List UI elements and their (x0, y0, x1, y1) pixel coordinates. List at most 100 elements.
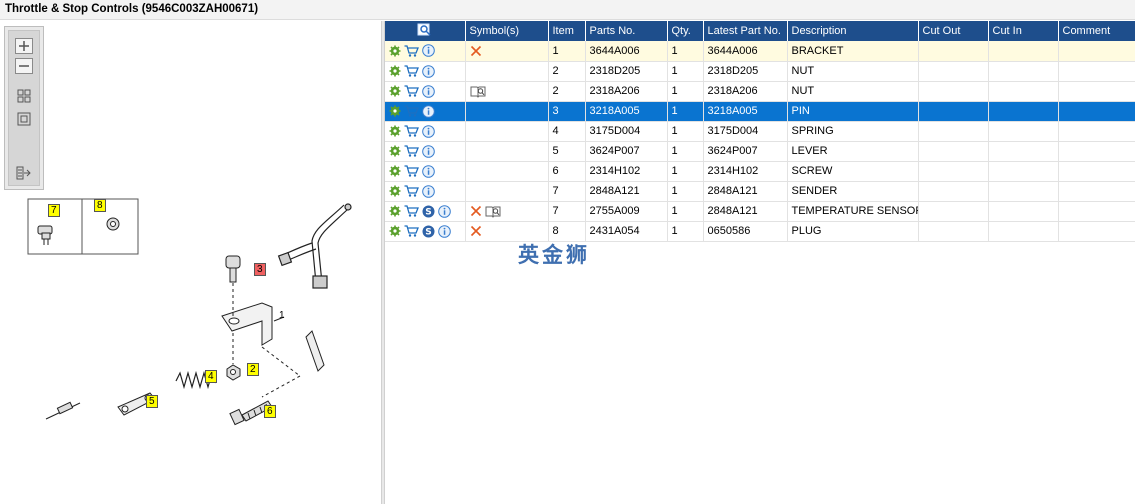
cell-description: PLUG (787, 221, 919, 242)
callout-4[interactable]: 4 (205, 370, 217, 383)
info-icon[interactable] (438, 204, 451, 218)
cell-cut-out (918, 141, 989, 162)
book-icon[interactable] (470, 85, 486, 98)
grid-view-icon[interactable] (15, 88, 33, 104)
cart-icon[interactable] (404, 125, 419, 137)
search-parts-icon[interactable] (417, 23, 433, 37)
col-header-parts-no[interactable]: Parts No. (585, 21, 668, 41)
row-action-icons (385, 61, 466, 82)
cart-icon[interactable] (404, 85, 419, 97)
s-badge-icon[interactable]: S (422, 225, 435, 238)
table-row[interactable]: S 7 2755A009 1 2848A121 TEMPERATURE SENSOR (385, 201, 1135, 222)
zoom-out-icon[interactable] (15, 58, 33, 74)
info-icon[interactable] (422, 84, 435, 98)
col-header-qty[interactable]: Qty. (667, 21, 704, 41)
cell-latest-part-no: 2314H102 (703, 161, 788, 182)
callout-8[interactable]: 8 (94, 199, 106, 212)
col-header-actions[interactable] (385, 21, 466, 41)
gear-icon[interactable] (389, 65, 401, 77)
cell-parts-no: 2755A009 (585, 201, 668, 222)
book-icon[interactable] (485, 205, 501, 218)
info-icon[interactable] (422, 164, 435, 178)
callout-5[interactable]: 5 (146, 395, 158, 408)
cell-parts-no: 3218A005 (585, 101, 668, 122)
table-row[interactable]: 6 2314H102 1 2314H102 SCREW (385, 161, 1135, 182)
gear-icon[interactable] (389, 45, 401, 57)
gear-icon[interactable] (389, 105, 401, 117)
cell-parts-no: 2431A054 (585, 221, 668, 242)
callout-3[interactable]: 3 (254, 263, 266, 276)
cart-icon[interactable] (404, 225, 419, 237)
table-row[interactable]: 2 2318A206 1 2318A206 NUT (385, 81, 1135, 102)
info-icon[interactable] (438, 224, 451, 238)
col-header-cut-out[interactable]: Cut Out (918, 21, 989, 41)
x-mark-icon[interactable] (470, 205, 482, 217)
cell-comment (1058, 81, 1135, 102)
x-mark-icon[interactable] (470, 225, 482, 237)
info-icon[interactable] (422, 184, 435, 198)
cart-icon[interactable] (404, 105, 419, 117)
callout-7[interactable]: 7 (48, 204, 60, 217)
callout-6[interactable]: 6 (264, 405, 276, 418)
viewer-toolbox (4, 26, 44, 190)
cell-latest-part-no: 0650586 (703, 221, 788, 242)
col-header-description[interactable]: Description (787, 21, 919, 41)
cart-icon[interactable] (404, 45, 419, 57)
cell-cut-out (918, 221, 989, 242)
s-badge-icon[interactable]: S (422, 205, 435, 218)
cell-item: 5 (548, 141, 586, 162)
cell-parts-no: 2318A206 (585, 81, 668, 102)
row-action-icons: S (385, 201, 466, 222)
table-row[interactable]: 3 3218A005 1 3218A005 PIN (385, 101, 1135, 122)
gear-icon[interactable] (389, 145, 401, 157)
cell-cut-out (918, 121, 989, 142)
cell-item: 1 (548, 41, 586, 62)
col-header-item[interactable]: Item (548, 21, 586, 41)
zoom-in-icon[interactable] (15, 38, 33, 54)
gear-icon[interactable] (389, 165, 401, 177)
cell-cut-out (918, 181, 989, 202)
svg-text:S: S (425, 207, 431, 217)
table-row[interactable]: 5 3624P007 1 3624P007 LEVER (385, 141, 1135, 162)
cart-icon[interactable] (404, 65, 419, 77)
parts-table: Symbol(s) Item Parts No. Qty. Latest Par… (385, 21, 1135, 242)
callout-2[interactable]: 2 (247, 363, 259, 376)
cart-icon[interactable] (404, 185, 419, 197)
row-symbols (465, 221, 549, 242)
cell-item: 8 (548, 221, 586, 242)
info-icon[interactable] (422, 144, 435, 158)
cable-part-drawing (45, 401, 81, 420)
gear-icon[interactable] (389, 85, 401, 97)
gear-icon[interactable] (389, 205, 401, 217)
gear-icon[interactable] (389, 185, 401, 197)
table-row[interactable]: 2 2318D205 1 2318D205 NUT (385, 61, 1135, 82)
cart-icon[interactable] (404, 205, 419, 217)
cell-description: TEMPERATURE SENSOR (787, 201, 919, 222)
info-icon[interactable] (422, 44, 435, 58)
col-header-latest-part-no[interactable]: Latest Part No. (703, 21, 788, 41)
gear-icon[interactable] (389, 125, 401, 137)
x-mark-icon[interactable] (470, 45, 482, 57)
cell-cut-out (918, 201, 989, 222)
cart-icon[interactable] (404, 145, 419, 157)
cart-icon[interactable] (404, 165, 419, 177)
table-row[interactable]: 4 3175D004 1 3175D004 SPRING (385, 121, 1135, 142)
col-header-symbols[interactable]: Symbol(s) (465, 21, 549, 41)
info-icon[interactable] (422, 124, 435, 138)
col-header-comment[interactable]: Comment (1058, 21, 1135, 41)
plug-part-drawing (106, 217, 120, 231)
table-row[interactable]: S 8 2431A054 1 0650586 PLUG (385, 221, 1135, 242)
cell-cut-in (988, 141, 1059, 162)
col-header-cut-in[interactable]: Cut In (988, 21, 1059, 41)
table-row[interactable]: 1 3644A006 1 3644A006 BRACKET (385, 41, 1135, 62)
fit-view-icon[interactable] (15, 111, 33, 127)
cell-description: BRACKET (787, 41, 919, 62)
export-icon[interactable] (15, 165, 33, 181)
table-row[interactable]: 7 2848A121 1 2848A121 SENDER (385, 181, 1135, 202)
info-icon[interactable] (422, 104, 435, 118)
gear-icon[interactable] (389, 225, 401, 237)
diagram-pane[interactable]: 7 8 3 1 2 4 5 6 (0, 21, 381, 504)
info-icon[interactable] (422, 64, 435, 78)
row-action-icons (385, 121, 466, 142)
callout-1[interactable]: 1 (277, 310, 287, 321)
